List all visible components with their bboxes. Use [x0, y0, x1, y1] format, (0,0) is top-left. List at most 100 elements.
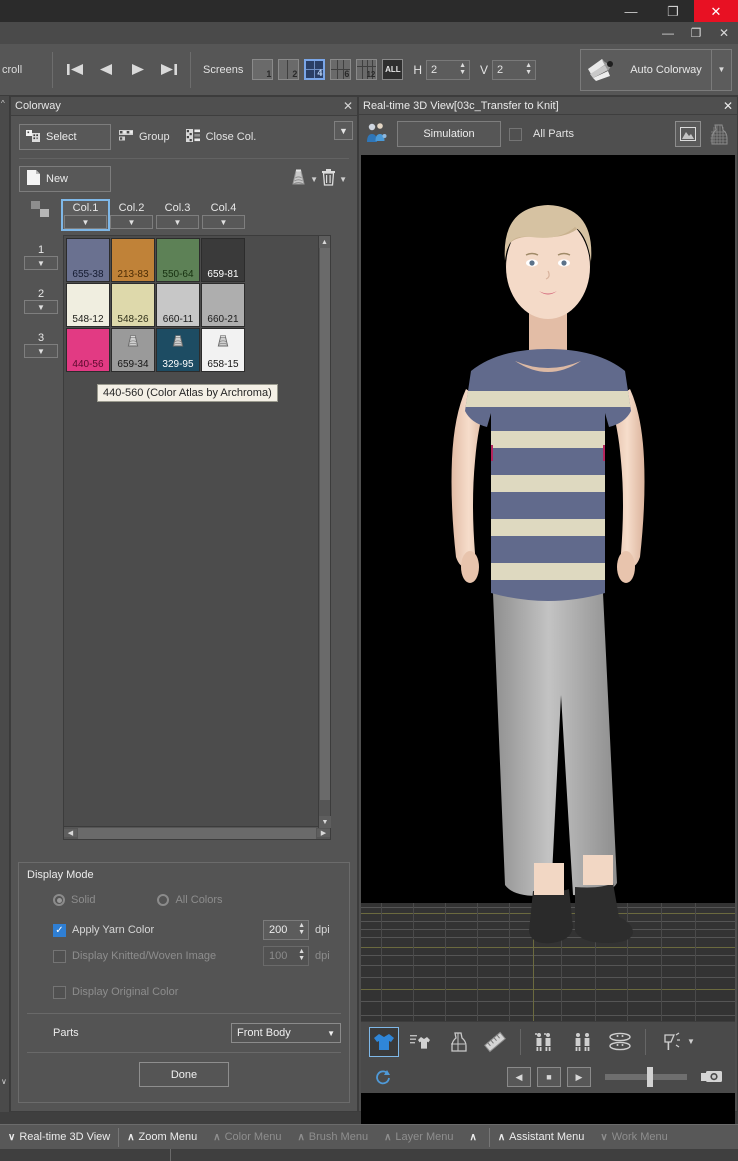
3d-viewport[interactable]	[361, 155, 735, 1135]
color-swatch-548-26[interactable]: 548-26	[111, 283, 155, 327]
statusbar-item-expand[interactable]: ∧	[462, 1125, 489, 1150]
all-parts-checkbox[interactable]	[509, 127, 522, 141]
color-swatch-440-56[interactable]: 440-56	[66, 328, 110, 372]
solid-radio[interactable]	[53, 894, 65, 906]
color-swatch-548-12[interactable]: 548-12	[66, 283, 110, 327]
color-swatch-660-11[interactable]: 660-11	[156, 283, 200, 327]
colorway-row-3[interactable]: 3 ▼	[19, 323, 63, 367]
h-spinner-arrows[interactable]: ▲ ▼	[459, 62, 466, 76]
outer-minimize-button[interactable]: —	[610, 0, 652, 22]
image-preview-icon[interactable]	[675, 121, 701, 147]
apply-yarn-dpi-spinner[interactable]: 200 ▲ ▼	[263, 920, 309, 940]
color-swatch-658-15[interactable]: 658-15	[201, 328, 245, 372]
scroll-down-icon[interactable]: ▼	[319, 816, 331, 828]
swatch-vertical-scrollbar[interactable]: ▲ ▼	[318, 236, 331, 828]
screens-option-4[interactable]: 4	[304, 59, 326, 80]
playback-slider[interactable]	[605, 1067, 687, 1087]
statusbar-item-zoom-menu[interactable]: ∧ Zoom Menu	[119, 1125, 205, 1150]
group-button[interactable]: Group	[111, 124, 178, 150]
ruler-icon[interactable]	[480, 1027, 510, 1057]
colorway-row-2[interactable]: 2 ▼	[19, 279, 63, 323]
colorway-close-icon[interactable]: ✕	[343, 99, 353, 113]
screens-option-2[interactable]: 2	[278, 59, 300, 80]
panel-expand-button[interactable]: ▼	[334, 121, 353, 140]
statusbar-item-color-menu[interactable]: ∧ Color Menu	[205, 1125, 289, 1150]
statusbar-item-layer-menu[interactable]: ∧ Layer Menu	[376, 1125, 461, 1150]
h-spinner[interactable]: 2 ▲ ▼	[426, 59, 471, 80]
playback-stop-button[interactable]: ■	[537, 1067, 561, 1087]
mirror-icon[interactable]	[605, 1027, 635, 1057]
colorway-column-4-dropdown[interactable]: ▼	[202, 215, 245, 229]
statusbar-item-assistant-menu[interactable]: ∧ Assistant Menu	[490, 1125, 593, 1150]
display-original-color-checkbox[interactable]	[53, 985, 66, 999]
avatar-pose-icon[interactable]	[568, 1027, 598, 1057]
colorway-row-2-dropdown[interactable]: ▼	[24, 300, 58, 314]
all-colors-radio[interactable]	[157, 894, 170, 906]
garment-icon[interactable]	[369, 1026, 399, 1057]
mannequin-icon[interactable]	[705, 121, 731, 147]
knitted-dpi-spinner[interactable]: 100 ▲ ▼	[263, 946, 309, 966]
screens-option-6[interactable]: 6	[330, 59, 352, 80]
apply-yarn-dpi-arrows[interactable]: ▲ ▼	[298, 922, 305, 936]
color-swatch-659-34[interactable]: 659-34	[111, 328, 155, 372]
new-button[interactable]: New	[19, 166, 111, 192]
vertical-scroll-thumb[interactable]	[320, 248, 330, 800]
color-swatch-213-83[interactable]: 213-83	[111, 238, 155, 282]
3d-view-close-icon[interactable]: ✕	[723, 99, 733, 113]
colorway-row-1-dropdown[interactable]: ▼	[24, 256, 58, 270]
colorway-column-2-dropdown[interactable]: ▼	[110, 215, 153, 229]
auto-colorway-dropdown-icon[interactable]: ▼	[711, 49, 731, 90]
previous-frame-icon[interactable]	[96, 60, 116, 80]
close-col-button[interactable]: Close Col.	[178, 124, 265, 150]
statusbar-item-work-menu[interactable]: ∨ Work Menu	[592, 1125, 675, 1150]
colorway-column-3[interactable]: Col.3 ▼	[155, 201, 200, 229]
outer-maximize-button[interactable]: ❐	[652, 0, 694, 22]
scroll-up-icon[interactable]: ▲	[319, 236, 330, 248]
color-swatch-655-38[interactable]: 655-38	[66, 238, 110, 282]
screens-option-1[interactable]: 1	[252, 59, 274, 80]
playback-previous-button[interactable]: ◀	[507, 1067, 531, 1087]
colorway-row-3-dropdown[interactable]: ▼	[24, 344, 58, 358]
last-frame-icon[interactable]	[158, 60, 178, 80]
scroll-right-icon[interactable]: ▶	[317, 829, 330, 837]
camera-icon[interactable]	[699, 1066, 725, 1088]
auto-colorway-button[interactable]: Auto Colorway ▼	[580, 48, 732, 91]
outer-close-button[interactable]: ✕	[694, 0, 738, 22]
two-avatars-icon[interactable]	[531, 1027, 561, 1057]
color-swatch-329-95[interactable]: 329-95	[156, 328, 200, 372]
colorway-column-2[interactable]: Col.2 ▼	[109, 201, 154, 229]
delete-icon[interactable]	[321, 169, 336, 189]
color-swatch-550-64[interactable]: 550-64	[156, 238, 200, 282]
colorway-column-1-dropdown[interactable]: ▼	[64, 215, 107, 229]
delete-dropdown-icon[interactable]: ▼	[339, 175, 347, 184]
horizontal-scroll-thumb[interactable]	[78, 827, 316, 839]
document-restore-button[interactable]: ❐	[682, 23, 710, 43]
parts-select[interactable]: Front Body ▼	[231, 1023, 341, 1043]
refresh-icon[interactable]	[371, 1066, 395, 1088]
lighting-dropdown-icon[interactable]: ▼	[687, 1037, 695, 1046]
avatar-model[interactable]	[433, 163, 663, 1046]
screens-option-all[interactable]: ALL	[382, 59, 404, 80]
document-minimize-button[interactable]: —	[654, 23, 682, 43]
select-button[interactable]: Select	[19, 124, 111, 150]
playback-next-button[interactable]: ▶	[567, 1067, 591, 1087]
colorway-column-1[interactable]: Col.1 ▼	[61, 199, 110, 231]
first-frame-icon[interactable]	[65, 60, 85, 80]
scroll-left-icon[interactable]: ◀	[64, 829, 77, 837]
document-close-button[interactable]: ✕	[710, 23, 738, 43]
v-spinner[interactable]: 2 ▲ ▼	[492, 59, 537, 80]
dress-form-icon[interactable]	[443, 1027, 473, 1057]
display-knitted-image-checkbox[interactable]	[53, 949, 66, 963]
colorway-column-3-dropdown[interactable]: ▼	[156, 215, 199, 229]
left-strip-down-icon[interactable]: ∨	[1, 1077, 7, 1086]
done-button[interactable]: Done	[139, 1062, 229, 1087]
color-swatch-659-81[interactable]: 659-81	[201, 238, 245, 282]
color-swatch-660-21[interactable]: 660-21	[201, 283, 245, 327]
v-spinner-arrows[interactable]: ▲ ▼	[525, 62, 532, 76]
knitted-dpi-arrows[interactable]: ▲ ▼	[298, 948, 305, 962]
left-strip-up-icon[interactable]: ^	[1, 99, 5, 108]
playback-slider-knob[interactable]	[647, 1067, 653, 1087]
garment-list-icon[interactable]	[406, 1027, 436, 1057]
yarn-cone-dropdown-icon[interactable]: ▼	[310, 175, 318, 184]
screens-option-12[interactable]: 12	[356, 59, 378, 80]
